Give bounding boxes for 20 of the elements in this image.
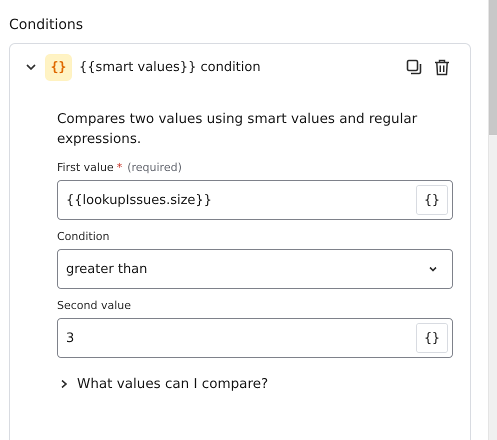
input-field[interactable]: 3 {} bbox=[57, 318, 453, 358]
section-title: Conditions bbox=[9, 17, 84, 35]
select-field[interactable]: greater than bbox=[57, 249, 453, 289]
field-label: First value bbox=[57, 161, 114, 174]
required-mark: * bbox=[116, 161, 122, 174]
help-toggle[interactable]: What values can I compare? bbox=[77, 376, 268, 392]
smart-value-button[interactable]: {} bbox=[416, 185, 448, 215]
smart-value-button[interactable]: {} bbox=[416, 323, 448, 353]
braces-badge: {} bbox=[45, 54, 72, 80]
required-note: (required) bbox=[127, 161, 182, 174]
condition-title: {{smart values}} condition bbox=[79, 60, 262, 74]
input-field[interactable]: {{lookupIssues.size}} {} bbox=[57, 180, 453, 220]
field-label: Second value bbox=[57, 299, 132, 312]
scrollbar[interactable] bbox=[488, 0, 497, 440]
field-label: Condition bbox=[57, 230, 110, 243]
caret-icon bbox=[428, 264, 438, 274]
condition-description: Compares two values using smart values and regular expressions. bbox=[57, 110, 418, 149]
chevron-icon[interactable] bbox=[59, 379, 69, 389]
copy-icon[interactable] bbox=[406, 59, 422, 75]
trash-icon[interactable] bbox=[434, 58, 450, 76]
